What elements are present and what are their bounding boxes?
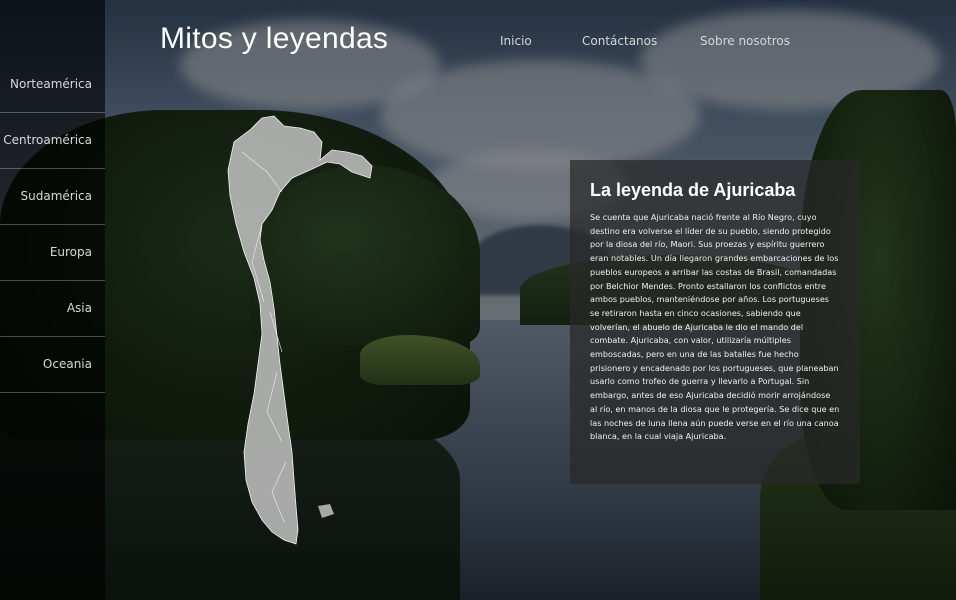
nav-link-sobre-nosotros[interactable]: Sobre nosotros xyxy=(700,34,790,48)
sidebar: Norteamérica Centroamérica Sudamérica Eu… xyxy=(0,0,105,600)
south-america-map-icon[interactable] xyxy=(222,112,382,552)
sidebar-item-asia[interactable]: Asia xyxy=(0,281,105,337)
legend-text: Se cuenta que Ajuricaba nació frente al … xyxy=(590,212,840,442)
nav-link-inicio[interactable]: Inicio xyxy=(500,34,532,48)
legend-card: La leyenda de Ajuricaba Se cuenta que Aj… xyxy=(570,160,860,484)
sidebar-item-centroamerica[interactable]: Centroamérica xyxy=(0,113,105,169)
legend-title: La leyenda de Ajuricaba xyxy=(590,180,796,200)
nav-link-contactanos[interactable]: Contáctanos xyxy=(582,34,657,48)
map-region[interactable] xyxy=(227,115,373,545)
sidebar-item-europa[interactable]: Europa xyxy=(0,225,105,281)
continent-menu: Norteamérica Centroamérica Sudamérica Eu… xyxy=(0,57,105,393)
sidebar-item-norteamerica[interactable]: Norteamérica xyxy=(0,57,105,113)
site-title[interactable]: Mitos y leyendas xyxy=(160,22,388,56)
map-island[interactable] xyxy=(318,504,334,518)
sidebar-item-sudamerica[interactable]: Sudamérica xyxy=(0,169,105,225)
sidebar-item-oceania[interactable]: Oceania xyxy=(0,337,105,393)
